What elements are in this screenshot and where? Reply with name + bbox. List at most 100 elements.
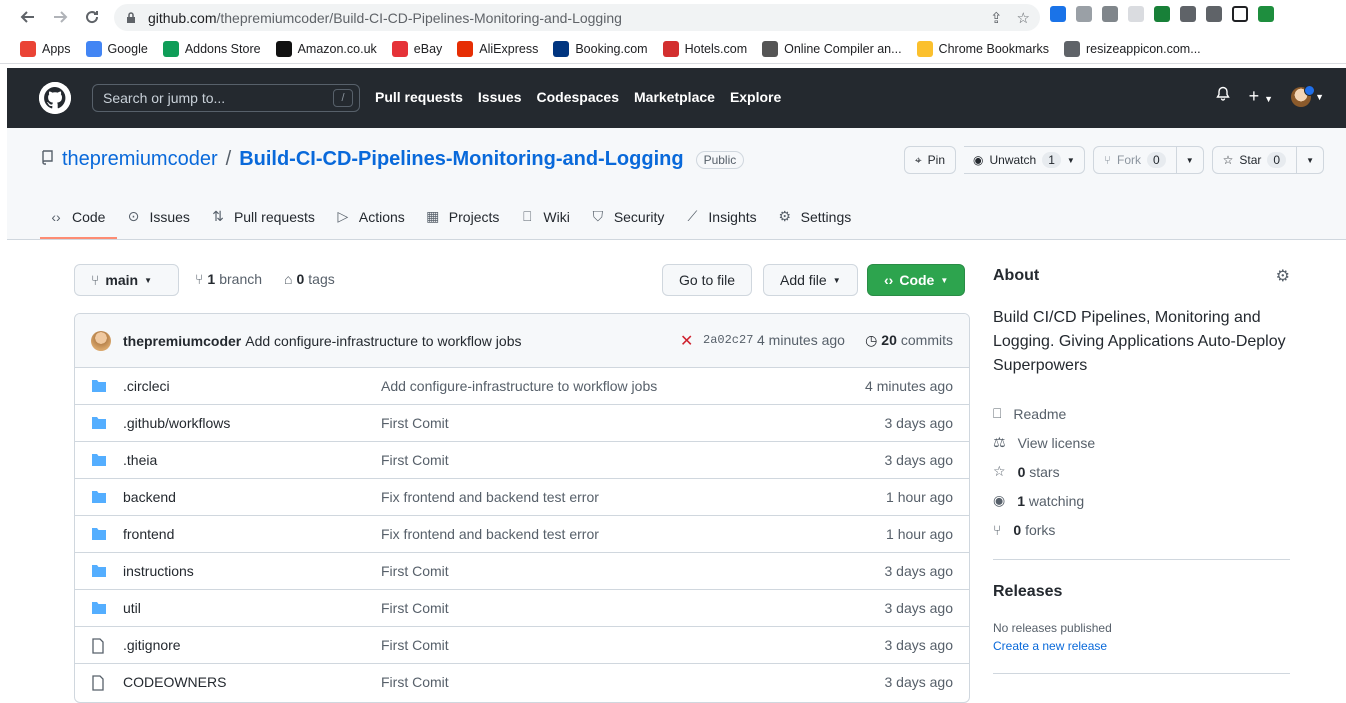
commit-message[interactable]: Add configure-infrastructure to workflow… — [245, 333, 521, 349]
nav-item[interactable]: Marketplace — [634, 89, 715, 105]
repo-name-link[interactable]: Build-CI-CD-Pipelines-Monitoring-and-Log… — [239, 148, 683, 171]
tab-security[interactable]: ⛉ Security — [582, 202, 677, 237]
nav-item[interactable]: Pull requests — [375, 89, 463, 105]
tab-projects[interactable]: ▦ Projects — [417, 202, 512, 237]
commit-author[interactable]: thepremiumcoder — [123, 333, 241, 349]
tags-link[interactable]: ⌂ 0 tags — [284, 271, 335, 287]
check-shield-icon[interactable] — [1258, 6, 1274, 22]
file-name-link[interactable]: .circleci — [123, 378, 170, 394]
gear-icon[interactable]: ⚙ — [1276, 266, 1290, 286]
bookmark-item[interactable]: Booking.com — [553, 40, 648, 57]
file-commit-message[interactable]: First Comit — [381, 674, 449, 690]
bookmark-item[interactable]: Chrome Bookmarks — [916, 40, 1049, 57]
stars-link[interactable]: ☆ 0 stars — [993, 457, 1290, 486]
star-dropdown-button[interactable]: ▼ — [1297, 146, 1324, 174]
nav-item[interactable]: Codespaces — [537, 89, 619, 105]
reload-icon[interactable] — [78, 3, 106, 31]
share-icon[interactable]: ⇪ — [990, 9, 1003, 27]
code-icon: ‹› — [51, 208, 61, 225]
fork-button[interactable]: ⑂ Fork 0 — [1092, 146, 1177, 174]
file-commit-message[interactable]: First Comit — [381, 415, 449, 431]
fork-dropdown-button[interactable]: ▼ — [1176, 146, 1204, 174]
nav-item[interactable]: Issues — [478, 89, 522, 105]
star-button[interactable]: ☆ Star 0 — [1211, 146, 1298, 174]
file-commit-message[interactable]: Fix frontend and backend test error — [381, 526, 599, 542]
bell-icon[interactable] — [1215, 86, 1231, 107]
license-label: View license — [1017, 434, 1096, 451]
bookmark-item[interactable]: resizeappicon.com... — [1064, 40, 1201, 57]
watching-link[interactable]: ◉ 1 watching — [993, 486, 1290, 515]
file-name-link[interactable]: instructions — [123, 563, 194, 579]
file-icon — [91, 675, 105, 694]
forward-arrow-icon[interactable] — [46, 3, 74, 31]
folder-icon — [91, 564, 107, 581]
tab-issues[interactable]: ⊙ Issues — [117, 202, 201, 237]
bookmark-item[interactable]: Amazon.co.uk — [275, 40, 377, 57]
extension-icon[interactable] — [1128, 6, 1144, 22]
file-commit-message[interactable]: First Comit — [381, 600, 449, 616]
star-label: Star — [1239, 153, 1262, 167]
file-commit-message[interactable]: First Comit — [381, 637, 449, 653]
branches-link[interactable]: ⑂ 1 branch — [195, 271, 262, 287]
bookmark-item[interactable]: AliExpress — [457, 40, 538, 57]
sidepanel-icon[interactable] — [1232, 6, 1248, 22]
bookmark-star-icon[interactable]: ☆ — [1017, 9, 1030, 27]
avatar[interactable] — [91, 330, 111, 351]
commit-sha[interactable]: 2a02c27 — [703, 333, 753, 347]
readme-link[interactable]: ⎕ Readme — [993, 399, 1290, 428]
file-commit-message[interactable]: First Comit — [381, 563, 449, 579]
bookmark-item[interactable]: Addons Store — [162, 40, 261, 57]
create-release-link[interactable]: Create a new release — [993, 639, 1290, 653]
bookmark-item[interactable]: Hotels.com — [662, 40, 747, 57]
extension-icon[interactable] — [1076, 6, 1092, 22]
file-name-link[interactable]: CODEOWNERS — [123, 674, 226, 690]
file-name-link[interactable]: util — [123, 600, 141, 616]
tab-wiki[interactable]: ⎕ Wiki — [511, 202, 581, 237]
url-path: /thepremiumcoder/Build-CI-CD-Pipelines-M… — [216, 9, 622, 26]
aliexpress-icon — [457, 40, 474, 57]
file-name-link[interactable]: frontend — [123, 526, 174, 542]
file-name-link[interactable]: .github/workflows — [123, 415, 230, 431]
file-name-link[interactable]: backend — [123, 489, 176, 505]
pin-button[interactable]: ⌖ Pin — [903, 146, 957, 174]
forks-link[interactable]: ⑂ 0 forks — [993, 515, 1290, 544]
create-new-dropdown[interactable]: + ▼ — [1249, 86, 1273, 107]
add-file-button[interactable]: Add file ▼ — [763, 264, 858, 296]
unwatch-button[interactable]: ◉ Unwatch 1 ▼ — [964, 146, 1085, 174]
tag-word: tags — [308, 271, 335, 287]
tab-code[interactable]: ‹› Code — [40, 202, 118, 239]
branch-select-button[interactable]: ⑂ main ▼ — [74, 264, 179, 296]
tab-settings[interactable]: ⚙ Settings — [769, 202, 864, 237]
back-arrow-icon[interactable] — [14, 3, 42, 31]
code-button[interactable]: ‹› Code ▼ — [867, 264, 966, 296]
releases-heading[interactable]: Releases — [993, 583, 1290, 601]
file-name-link[interactable]: .gitignore — [123, 637, 181, 653]
file-commit-message[interactable]: Fix frontend and backend test error — [381, 489, 599, 505]
extensions-bar — [1050, 6, 1274, 22]
failed-x-icon[interactable]: ✕ — [680, 331, 693, 351]
address-bar[interactable]: github.com/thepremiumcoder/Build-CI-CD-P… — [114, 4, 1040, 31]
user-menu[interactable]: ▼ — [1291, 84, 1324, 107]
go-to-file-button[interactable]: Go to file — [662, 264, 753, 296]
license-link[interactable]: ⚖ View license — [993, 428, 1290, 457]
extension-icon[interactable] — [1102, 6, 1118, 22]
bookmark-item[interactable]: Online Compiler an... — [762, 40, 902, 57]
github-logo-icon[interactable] — [39, 82, 71, 114]
file-commit-message[interactable]: First Comit — [381, 452, 449, 468]
commits-link[interactable]: ◷ 20 commits — [865, 332, 953, 349]
file-name-link[interactable]: .theia — [123, 452, 157, 468]
search-input[interactable]: Search or jump to... / — [92, 84, 360, 112]
puzzle-icon[interactable] — [1206, 6, 1222, 22]
bookmark-item[interactable]: Apps — [20, 40, 71, 57]
shield-extension-icon[interactable] — [1154, 6, 1170, 22]
bookmark-item[interactable]: eBay — [391, 40, 442, 57]
bookmark-item[interactable]: Google — [85, 40, 148, 57]
file-commit-message[interactable]: Add configure-infrastructure to workflow… — [381, 378, 657, 394]
extension-icon[interactable] — [1180, 6, 1196, 22]
tab-pull-requests[interactable]: ⇅ Pull requests — [202, 202, 327, 237]
repo-owner-link[interactable]: thepremiumcoder — [62, 148, 218, 171]
extension-icon[interactable] — [1050, 6, 1066, 22]
tab-actions[interactable]: ▷ Actions — [327, 202, 417, 237]
nav-item[interactable]: Explore — [730, 89, 781, 105]
tab-insights[interactable]: ⟋ Insights — [676, 202, 768, 237]
